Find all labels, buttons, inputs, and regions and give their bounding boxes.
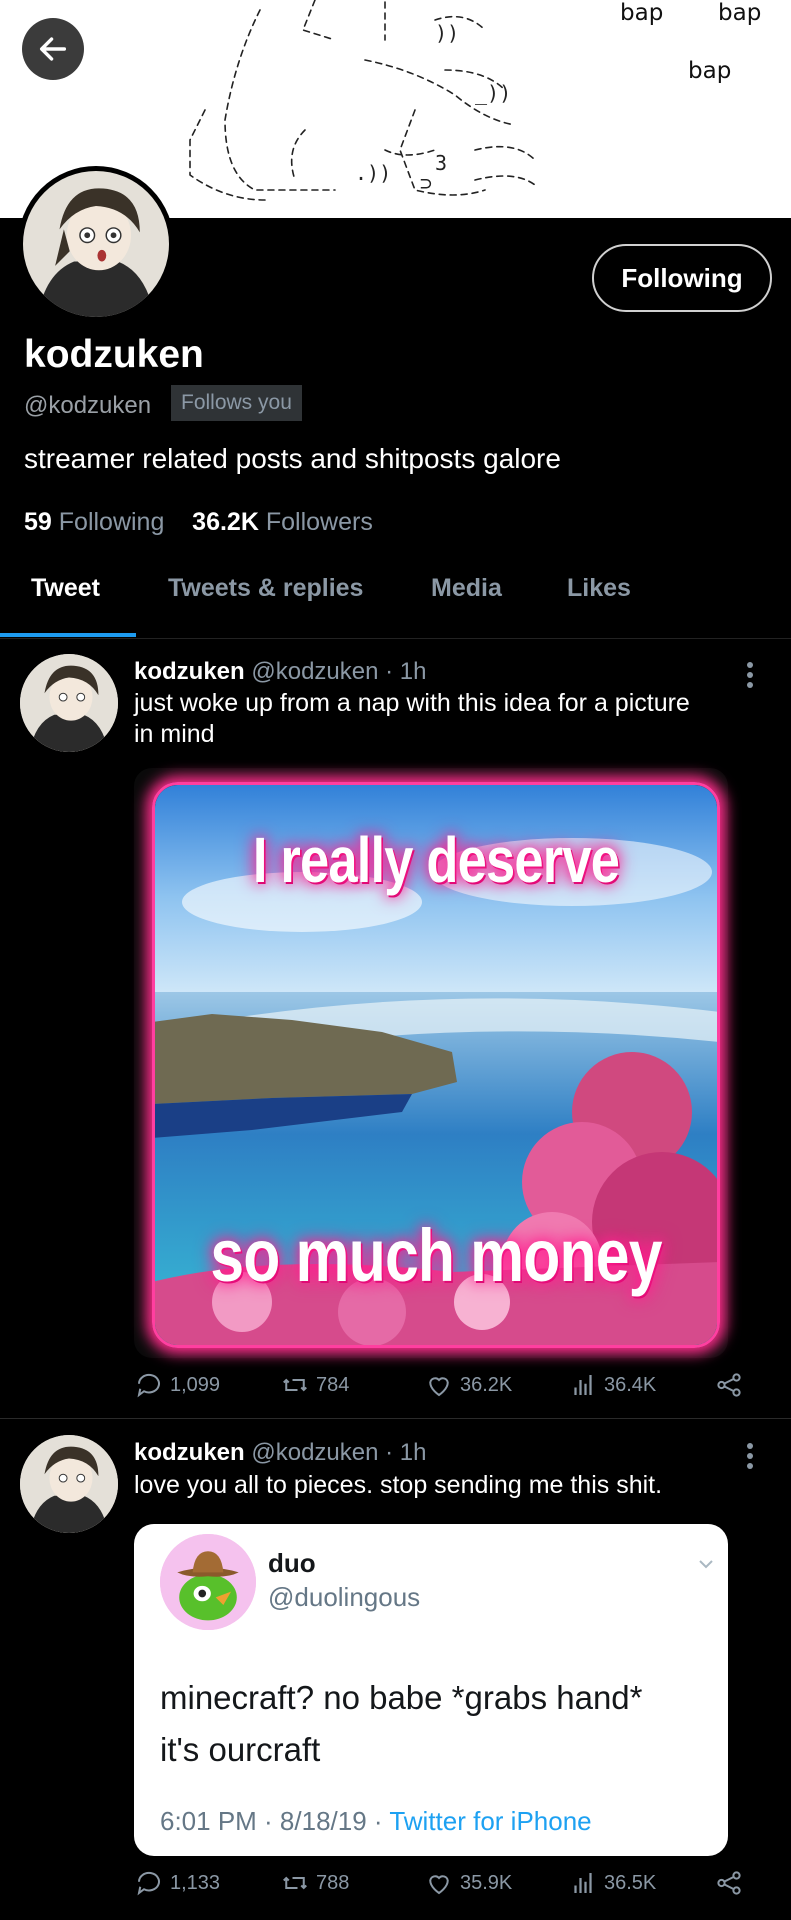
ascii-art-banner: )) _)) 3⊃ .)) — [189, 0, 536, 201]
tweet-avatar[interactable] — [20, 654, 118, 752]
profile-handle: @kodzuken — [24, 392, 152, 419]
avatar-illustration — [20, 1435, 118, 1533]
meme-top-text: I really deserve — [252, 824, 620, 896]
following-stat[interactable]: 59 Following — [24, 508, 164, 536]
back-button[interactable] — [22, 18, 84, 80]
retweet-icon — [283, 1378, 307, 1392]
followers-label: Followers — [265, 508, 373, 536]
like-count: 35.9K — [460, 1871, 513, 1894]
profile-tabs: Tweet Tweets & replies Media Likes — [0, 560, 791, 639]
retweet-icon — [283, 1876, 307, 1890]
profile-display-name: kodzuken — [24, 333, 204, 376]
tweet-text-line: love you all to pieces. stop sending me … — [134, 1471, 663, 1499]
reply-action[interactable]: 1,133 — [134, 1868, 220, 1898]
views-count: 36.5K — [604, 1871, 657, 1894]
quoted-text-line: minecraft? no babe *grabs hand* — [160, 1679, 643, 1716]
quoted-avatar — [160, 1534, 256, 1630]
following-label: Following — [58, 508, 165, 536]
reply-action[interactable]: 1,099 — [134, 1370, 220, 1400]
svg-text:)): )) — [435, 21, 459, 45]
share-action[interactable] — [714, 1370, 744, 1400]
svg-text:.)): .)) — [355, 161, 391, 185]
tweet-divider — [0, 1418, 791, 1419]
followers-count: 36.2K — [192, 508, 259, 536]
quoted-source-link[interactable]: Twitter for iPhone — [389, 1806, 591, 1836]
profile-stats: 59 Following 36.2K Followers — [24, 508, 373, 537]
quoted-tweet-card[interactable]: duo @duolingous minecraft? no babe *grab… — [134, 1524, 728, 1856]
meme-bottom-text: so much money — [210, 1214, 662, 1297]
like-action[interactable]: 35.9K — [424, 1868, 512, 1898]
tweet-author-name[interactable]: kodzuken — [134, 1439, 245, 1466]
more-options-icon[interactable] — [745, 658, 755, 692]
quoted-tweet-meta: 6:01 PM · 8/18/19 · Twitter for iPhone — [160, 1806, 592, 1837]
retweet-action[interactable]: 788 — [280, 1868, 349, 1898]
follows-you-badge: Follows you — [171, 385, 302, 421]
more-options-icon[interactable] — [745, 1439, 755, 1473]
tweet-header: kodzuken @kodzuken · 1h — [134, 1439, 426, 1467]
retweet-count: 788 — [316, 1871, 350, 1894]
banner-word: bap — [688, 58, 732, 84]
views-action[interactable]: 36.5K — [568, 1868, 656, 1898]
following-button[interactable]: Following — [592, 244, 772, 312]
active-tab-indicator — [0, 633, 136, 637]
banner-word: bap — [718, 0, 762, 26]
quoted-author-name: duo — [268, 1548, 316, 1578]
tweet-text: love you all to pieces. stop sending me … — [134, 1470, 754, 1501]
share-icon — [717, 1373, 741, 1397]
tweet-header: kodzuken @kodzuken · 1h — [134, 658, 426, 686]
views-action[interactable]: 36.4K — [568, 1370, 656, 1400]
svg-text:⊃: ⊃ — [420, 171, 432, 195]
tweet-meta: @kodzuken · 1h — [251, 1439, 427, 1466]
avatar-illustration — [20, 654, 118, 752]
reply-count: 1,099 — [170, 1373, 221, 1396]
tab-likes[interactable]: Likes — [567, 574, 631, 603]
owl-cowboy-hat-illustration — [160, 1534, 256, 1630]
retweet-action[interactable]: 784 — [280, 1370, 349, 1400]
reply-icon — [137, 1373, 160, 1398]
heart-icon — [429, 1377, 449, 1397]
share-icon — [717, 1871, 741, 1895]
quoted-author-handle: @duolingous — [268, 1582, 421, 1612]
chevron-down-icon — [699, 1560, 713, 1569]
reply-count: 1,133 — [170, 1871, 221, 1894]
svg-text:3: 3 — [435, 151, 447, 175]
avatar-illustration — [23, 171, 169, 317]
tweet-actions: 1,099 784 36.2K 36.4K — [134, 1370, 754, 1410]
views-count: 36.4K — [604, 1373, 657, 1396]
tab-tweets[interactable]: Tweet — [31, 574, 100, 603]
svg-text:_)): _)) — [475, 81, 511, 105]
share-action[interactable] — [714, 1868, 744, 1898]
tweet-meta: @kodzuken · 1h — [251, 658, 427, 685]
following-count: 59 — [24, 508, 52, 536]
analytics-icon — [574, 1375, 592, 1395]
like-count: 36.2K — [460, 1373, 513, 1396]
tweet-image[interactable]: I really deserve so much money — [152, 782, 720, 1348]
tweet-text-line: just woke up from a nap with this idea f… — [134, 689, 690, 717]
tweet-text: just woke up from a nap with this idea f… — [134, 688, 754, 750]
like-action[interactable]: 36.2K — [424, 1370, 512, 1400]
heart-icon — [429, 1875, 449, 1895]
quoted-tweet-text: minecraft? no babe *grabs hand* it's our… — [160, 1672, 700, 1776]
tweet-author-name[interactable]: kodzuken — [134, 658, 245, 685]
tab-tweets-and-replies[interactable]: Tweets & replies — [168, 574, 363, 603]
profile-avatar[interactable] — [18, 166, 174, 322]
retweet-count: 784 — [316, 1373, 350, 1396]
arrow-left-icon — [39, 37, 67, 61]
tweet-actions: 1,133 788 35.9K 36.5K — [134, 1868, 754, 1908]
quoted-text-line: it's ourcraft — [160, 1731, 321, 1768]
tab-media[interactable]: Media — [431, 574, 502, 603]
banner-word: bap — [620, 0, 664, 26]
followers-stat[interactable]: 36.2K Followers — [192, 508, 373, 536]
tweet-text-line: in mind — [134, 720, 215, 748]
tweet-avatar[interactable] — [20, 1435, 118, 1533]
analytics-icon — [574, 1873, 592, 1893]
profile-bio: streamer related posts and shitposts gal… — [24, 443, 561, 474]
reply-icon — [137, 1871, 160, 1896]
quoted-timestamp: 6:01 PM · 8/18/19 · — [160, 1806, 390, 1836]
